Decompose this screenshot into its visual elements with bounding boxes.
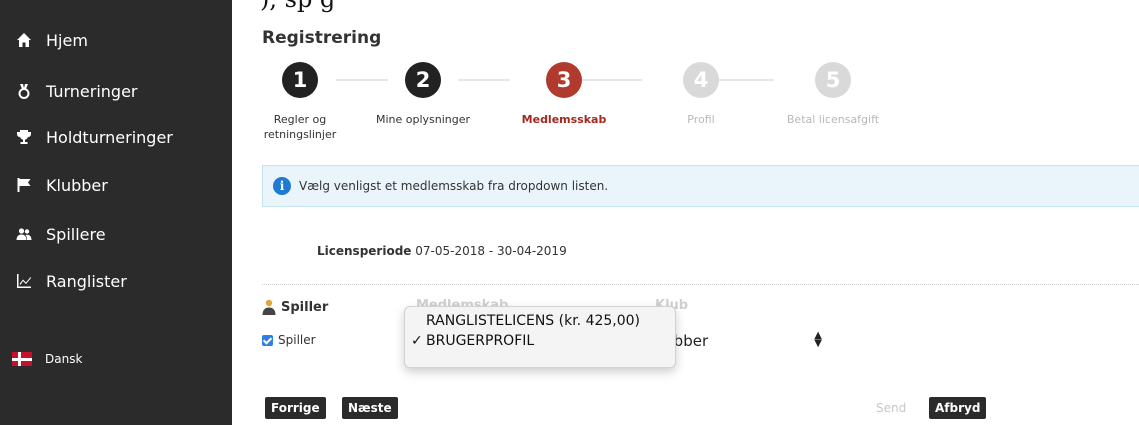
dropdown-option-label: BRUGERPROFIL — [426, 333, 535, 349]
step-5: 5 Betal licensafgift — [778, 62, 888, 127]
player-checkbox-label: Spiller — [278, 333, 316, 347]
medal-icon — [14, 81, 34, 101]
send-button[interactable]: Send — [870, 397, 912, 419]
step-number: 4 — [683, 62, 719, 98]
step-label: Profil — [687, 113, 715, 126]
sidebar-item-label: Holdturneringer — [46, 127, 173, 147]
previous-button[interactable]: Forrige — [265, 397, 326, 419]
license-period: Licensperiode 07-05-2018 - 30-04-2019 — [317, 244, 567, 258]
player-heading-label: Spiller — [281, 299, 329, 315]
section-divider — [262, 284, 1139, 285]
page-title: Registrering — [262, 28, 382, 48]
cancel-button[interactable]: Afbryd — [929, 397, 987, 419]
player-heading: Spiller — [262, 299, 328, 315]
info-message: Vælg venligst et medlemsskab fra dropdow… — [299, 179, 609, 193]
info-icon: i — [273, 177, 291, 195]
sidebar-item-label: Turneringer — [46, 81, 138, 101]
license-period-label: Licensperiode — [317, 244, 412, 258]
trophy-icon — [14, 127, 34, 147]
language-label: Dansk — [45, 352, 83, 366]
users-icon — [14, 224, 34, 244]
step-3: 3 Medlemsskab — [509, 62, 619, 127]
top-caption: ), sp g — [260, 0, 335, 13]
sidebar-item-ranglister[interactable]: Ranglister — [14, 269, 127, 293]
sidebar-item-spillere[interactable]: Spillere — [14, 222, 106, 246]
flag-icon — [14, 175, 34, 195]
step-number: 5 — [815, 62, 851, 98]
sidebar-item-label: Klubber — [46, 175, 108, 195]
sidebar-item-hjem[interactable]: Hjem — [14, 28, 88, 52]
step-label: Regler og retningslinjer — [263, 113, 337, 141]
sidebar-item-holdturneringer[interactable]: Holdturneringer — [14, 125, 173, 149]
info-alert: i Vælg venligst et medlemsskab fra dropd… — [262, 165, 1139, 207]
sidebar-item-label: Hjem — [46, 30, 88, 50]
danish-flag-icon — [12, 352, 32, 366]
step-number: 3 — [546, 62, 582, 98]
language-selector[interactable]: Dansk — [12, 352, 82, 366]
checkmark-icon: ✓ — [411, 333, 423, 349]
sidebar-item-klubber[interactable]: Klubber — [14, 173, 108, 197]
player-checkbox-row[interactable]: Spiller — [262, 333, 316, 347]
step-label: Betal licensafgift — [786, 113, 880, 126]
line-chart-icon — [14, 271, 34, 291]
dropdown-option-label: RANGLISTELICENS (kr. 425,00) — [426, 313, 641, 329]
step-2: 2 Mine oplysninger — [368, 62, 478, 127]
next-button[interactable]: Næste — [342, 397, 398, 419]
dropdown-option-brugerprofil[interactable]: ✓ BRUGERPROFIL — [405, 333, 675, 353]
membership-dropdown-menu[interactable]: RANGLISTELICENS (kr. 425,00) ✓ BRUGERPRO… — [404, 306, 676, 368]
step-label: Medlemsskab — [521, 113, 607, 126]
sidebar-item-label: Ranglister — [46, 271, 127, 291]
club-select[interactable]: lubber ▲ ▼ — [660, 330, 822, 352]
step-label: Mine oplysninger — [375, 113, 471, 126]
top-caption-strip: ), sp g — [232, 0, 1139, 14]
select-arrows-icon: ▲ ▼ — [814, 330, 822, 349]
sidebar-item-label: Spillere — [46, 224, 106, 244]
license-period-value: 07-05-2018 - 30-04-2019 — [415, 244, 567, 258]
sidebar: Hjem Turneringer Holdturneringer Klubber… — [0, 0, 232, 425]
sidebar-item-turneringer[interactable]: Turneringer — [14, 79, 138, 103]
step-4: 4 Profil — [646, 62, 756, 127]
dropdown-option-ranglistelicens[interactable]: RANGLISTELICENS (kr. 425,00) — [405, 313, 675, 333]
step-number: 2 — [405, 62, 441, 98]
person-icon — [262, 299, 276, 315]
home-icon — [14, 30, 34, 50]
player-checkbox[interactable] — [262, 334, 273, 346]
step-1: 1 Regler og retningslinjer — [245, 62, 355, 142]
step-number: 1 — [282, 62, 318, 98]
